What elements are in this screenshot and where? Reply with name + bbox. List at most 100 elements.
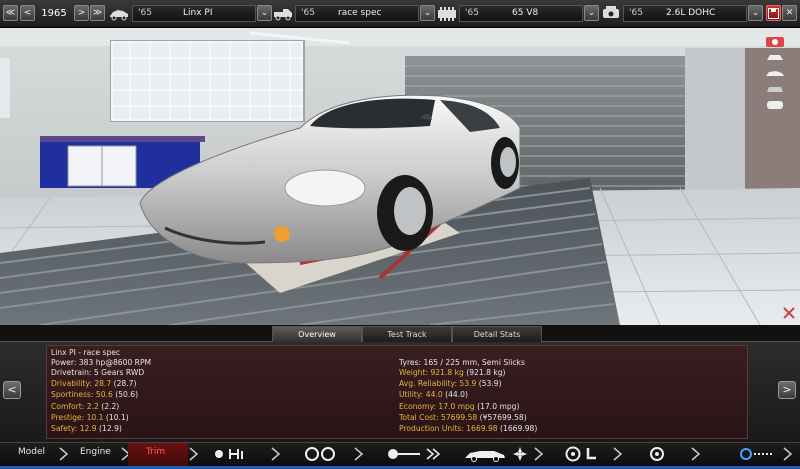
- car-body-icon: [110, 10, 128, 21]
- reliability-base: (53.9): [476, 379, 502, 388]
- year-next-button[interactable]: >: [74, 5, 89, 21]
- brake-icon[interactable]: [645, 446, 669, 462]
- safety-label: Safety:: [51, 424, 80, 433]
- stat-car-name: Linx PI - race spec: [51, 348, 120, 358]
- drivetrain-label: Drivetrain:: [51, 368, 94, 377]
- prestige-value: 10.1: [86, 413, 104, 422]
- variant-year: '65: [629, 8, 643, 18]
- trim-name: race spec: [338, 8, 382, 18]
- stat-safety: Safety: 12.9 (12.9): [51, 424, 122, 434]
- body-shape-icon[interactable]: [462, 446, 508, 462]
- year-prev-button[interactable]: <: [20, 5, 35, 21]
- tyres-label: Tyres:: [399, 358, 424, 367]
- seat-icon[interactable]: [585, 446, 599, 462]
- weight-label: Weight:: [399, 368, 431, 377]
- view-top-icon[interactable]: [764, 98, 786, 112]
- variant-name: 2.6L DOHC: [666, 8, 716, 18]
- economy-base: (17.0 mpg): [474, 402, 520, 411]
- drivetrain-icon[interactable]: [385, 446, 445, 462]
- chassis-icon[interactable]: [212, 446, 252, 462]
- engine-name: 65 V8: [512, 8, 539, 18]
- view-front-icon[interactable]: [764, 50, 786, 64]
- camera-icon[interactable]: [764, 34, 786, 48]
- chevron-right-icon: [59, 447, 69, 461]
- year-prev-fast-button[interactable]: ≪: [3, 5, 18, 21]
- reliability-label: Avg. Reliability:: [399, 379, 460, 388]
- stat-tyres: Tyres: 165 / 225 mm, Semi Slicks: [399, 358, 525, 368]
- weight-value: 921.8 kg: [430, 368, 464, 377]
- tyres-value: 165 / 225 mm, Semi Slicks: [423, 358, 525, 367]
- comfort-base: (2.2): [98, 402, 120, 411]
- drivability-base: (28.7): [111, 379, 137, 388]
- view-rear-icon[interactable]: [764, 82, 786, 96]
- stat-power: Power: 383 hp@8600 RPM: [51, 358, 151, 368]
- year-display: 1965: [41, 8, 67, 19]
- stat-economy: Economy: 17.0 mpg (17.0 mpg): [399, 402, 519, 412]
- chevron-right-icon: [534, 447, 544, 461]
- model-select[interactable]: '65 Linx PI: [132, 5, 256, 22]
- stat-drivetrain: Drivetrain: 5 Gears RWD: [51, 368, 144, 378]
- reset-view-icon[interactable]: [782, 306, 796, 320]
- year-next-fast-button[interactable]: ≫: [90, 5, 105, 21]
- prestige-label: Prestige:: [51, 413, 87, 422]
- engine-dropdown-button[interactable]: ⌄: [584, 5, 599, 21]
- steering-wheel-icon[interactable]: [563, 446, 583, 462]
- close-button[interactable]: ✕: [782, 5, 797, 21]
- sportiness-label: Sportiness:: [51, 390, 96, 399]
- fan-icon[interactable]: [510, 446, 530, 462]
- chevron-right-icon: [783, 447, 793, 461]
- trim-select[interactable]: '65 race spec: [295, 5, 419, 22]
- stat-reliability: Avg. Reliability: 53.9 (53.9): [399, 379, 502, 389]
- garage-scene: [0, 28, 800, 325]
- reliability-value: 53.9: [459, 379, 477, 388]
- tab-overview[interactable]: Overview: [272, 326, 362, 342]
- chevron-right-icon: [189, 447, 199, 461]
- stat-sportiness: Sportiness: 50.6 (50.6): [51, 390, 138, 400]
- next-car-button[interactable]: >: [778, 381, 796, 399]
- suspension-icon[interactable]: [300, 446, 340, 462]
- save-button[interactable]: [766, 5, 781, 21]
- top-toolbar: ≪ < 1965 > ≫ '65 Linx PI ⌄ '65 race spec…: [0, 0, 800, 28]
- engine-head-icon: [603, 6, 619, 18]
- trim-dropdown-button[interactable]: ⌄: [420, 5, 435, 21]
- tab-test-track[interactable]: Test Track: [362, 326, 452, 342]
- drivability-label: Drivability:: [51, 379, 95, 388]
- variant-dropdown-button[interactable]: ⌄: [748, 5, 763, 21]
- stat-total-cost: Total Cost: 57699.58 (¥57699.58): [399, 413, 527, 423]
- sportiness-base: (50.6): [112, 390, 139, 399]
- drivetrain-value: 5 Gears RWD: [93, 368, 145, 377]
- economy-value: 17.0 mpg: [438, 402, 475, 411]
- safety-value: 12.9: [79, 424, 97, 433]
- safety-base: (12.9): [96, 424, 122, 433]
- car-3d-viewport[interactable]: [0, 28, 800, 325]
- production-units-label: Production Units:: [399, 424, 467, 433]
- designer-nav-bar: Model Engine Trim: [0, 442, 800, 469]
- prev-car-button[interactable]: <: [3, 381, 21, 399]
- stat-utility: Utility: 44.0 (44.0): [399, 390, 468, 400]
- engine-block-icon: [438, 7, 456, 21]
- drivability-value: 28.7: [94, 379, 112, 388]
- stat-prestige: Prestige: 10.1 (10.1): [51, 413, 129, 423]
- stat-drivability: Drivability: 28.7 (28.7): [51, 379, 136, 389]
- stat-weight: Weight: 921.8 kg (921.8 kg): [399, 368, 506, 378]
- floppy-disk-icon: [768, 8, 779, 19]
- model-year: '65: [138, 8, 152, 18]
- stat-comfort: Comfort: 2.2 (2.2): [51, 402, 119, 412]
- car-name-text: Linx PI - race spec: [51, 348, 121, 357]
- variant-select[interactable]: '65 2.6L DOHC: [623, 5, 747, 22]
- comfort-label: Comfort:: [51, 402, 87, 411]
- economy-label: Economy:: [399, 402, 439, 411]
- prestige-base: (10.1): [103, 413, 129, 422]
- chevron-right-icon: [271, 447, 281, 461]
- truck-body-icon: [274, 9, 292, 21]
- test-results-icon[interactable]: [738, 446, 778, 462]
- view-side-icon[interactable]: [764, 66, 786, 80]
- production-units-value: 1669.98: [466, 424, 498, 433]
- engine-select[interactable]: '65 65 V8: [459, 5, 583, 22]
- model-dropdown-button[interactable]: ⌄: [257, 5, 272, 21]
- tab-detail-stats[interactable]: Detail Stats: [452, 326, 542, 342]
- utility-label: Utility:: [399, 390, 426, 399]
- comfort-value: 2.2: [86, 402, 99, 411]
- chevron-right-icon: [354, 447, 364, 461]
- stat-production-units: Production Units: 1669.98 (1669.98): [399, 424, 537, 434]
